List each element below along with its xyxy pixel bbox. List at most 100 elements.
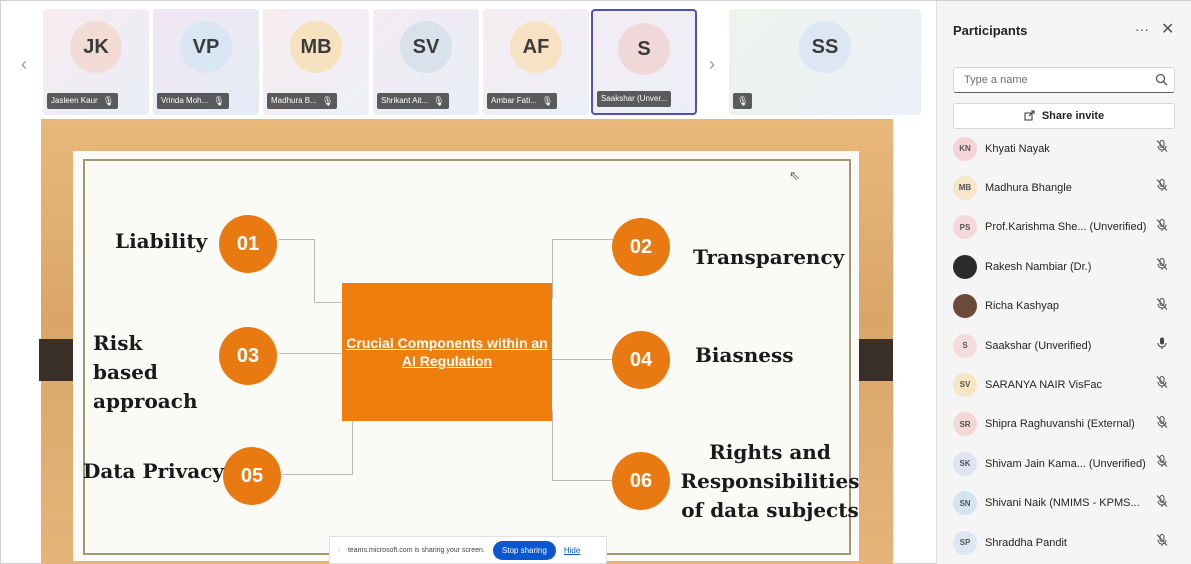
participant-name: Shivani Naik (NMIMS - KPMS...	[985, 497, 1140, 510]
label-data-privacy: Data Privacy	[83, 459, 225, 483]
connector-line	[279, 353, 343, 354]
more-options-icon[interactable]: ···	[1135, 21, 1149, 37]
participant-avatar: SK	[953, 451, 977, 476]
tile-name-bar: Shrikant Ait... 🎙	[377, 93, 449, 109]
participant-row[interactable]: MB Madhura Bhangle	[937, 168, 1191, 207]
tile-name-bar: Saakshar (Unver...	[597, 91, 672, 107]
participant-avatar: SV	[953, 372, 977, 397]
mic-off-icon: 🎙	[321, 96, 334, 106]
tile-name-bar: Jasleen Kaur 🎙	[47, 93, 119, 109]
mic-off-icon	[1155, 178, 1169, 197]
participant-avatar: SP	[953, 530, 977, 555]
tile-name-bar: Madhura B... 🎙	[267, 93, 338, 109]
mic-off-icon	[1155, 533, 1169, 552]
avatar: SS	[799, 21, 851, 73]
tile-name-bar: Vrinda Moh... 🎙	[157, 93, 229, 109]
mic-off-icon	[1155, 257, 1169, 276]
mic-off-icon: 🎙	[213, 96, 225, 106]
connector-line	[552, 359, 612, 360]
participant-name: Rakesh Nambiar (Dr.)	[985, 260, 1092, 273]
participant-name: Richa Kashyap	[985, 300, 1059, 313]
video-tile-ss[interactable]: SS 🎙	[729, 9, 921, 115]
close-icon[interactable]: ✕	[1161, 19, 1174, 39]
hide-link[interactable]: Hide	[564, 546, 580, 555]
participant-avatar	[953, 294, 977, 319]
avatar: VP	[180, 21, 232, 73]
participant-row[interactable]: SV SARANYA NAIR VisFac	[937, 365, 1191, 404]
share-message: teams.microsoft.com is sharing your scre…	[347, 546, 485, 554]
participant-name: SARANYA NAIR VisFac	[985, 378, 1102, 391]
number-circle-01: 01	[219, 215, 277, 273]
center-topic-box: Crucial Components within an AI Regulati…	[342, 283, 552, 421]
avatar: MB	[290, 21, 342, 73]
video-tile-vp[interactable]: VP Vrinda Moh... 🎙	[153, 9, 259, 115]
participant-name: Madhura Bhangle	[985, 181, 1072, 194]
connector-line	[314, 302, 344, 303]
tile-name: Ambar Fati...	[491, 96, 537, 105]
participant-name: Shivam Jain Kama... (Unverified)	[985, 457, 1146, 470]
participant-name: Saakshar (Unverified)	[985, 339, 1092, 352]
strip-prev-arrow[interactable]: ‹	[21, 54, 27, 75]
mic-off-icon	[1155, 139, 1169, 158]
video-tile-s-active[interactable]: S Saakshar (Unver...	[591, 9, 697, 115]
participant-row[interactable]: PS Prof.Karishma She... (Unverified)	[937, 208, 1191, 247]
tile-name: Saakshar (Unver...	[601, 94, 668, 103]
mic-off-icon	[1155, 415, 1169, 434]
connector-line	[552, 239, 588, 299]
participant-avatar: SN	[953, 491, 977, 516]
center-topic-title: Crucial Components within an AI Regulati…	[346, 335, 548, 369]
video-tile-sv[interactable]: SV Shrikant Ait... 🎙	[373, 9, 479, 115]
mic-on-icon	[1155, 336, 1169, 355]
label-risk-based-approach: Risk based approach	[93, 331, 198, 413]
participants-panel: Participants ··· ✕ Share invite KN Khyati…	[936, 1, 1191, 564]
participant-row[interactable]: SN Shivani Naik (NMIMS - KPMS...	[937, 484, 1191, 523]
participant-row[interactable]: SR Shipra Raghuvanshi (External)	[937, 405, 1191, 444]
label-biasness: Biasness	[695, 343, 794, 367]
tile-name-bar: 🎙	[733, 93, 753, 109]
avatar: JK	[70, 21, 122, 73]
tile-name: Jasleen Kaur	[51, 96, 98, 105]
mic-off-icon	[1155, 375, 1169, 394]
participant-row[interactable]: SP Shraddha Pandit	[937, 523, 1191, 562]
share-icon	[1024, 109, 1036, 124]
participant-row[interactable]: Rakesh Nambiar (Dr.)	[937, 247, 1191, 286]
stop-sharing-button[interactable]: Stop sharing	[492, 540, 556, 560]
mic-off-icon	[1155, 454, 1169, 473]
participant-row[interactable]: SK Shivam Jain Kama... (Unverified)	[937, 444, 1191, 483]
participant-avatar: PS	[953, 215, 977, 240]
label-transparency: Transparency	[693, 245, 845, 269]
tile-name: Shrikant Ait...	[381, 96, 429, 105]
mic-off-icon: 🎙	[737, 96, 749, 106]
tile-name: Madhura B...	[271, 96, 317, 105]
participant-avatar: S	[953, 333, 977, 358]
participant-avatar: MB	[953, 175, 977, 200]
mic-off-icon	[1155, 494, 1169, 513]
share-invite-label: Share invite	[1041, 110, 1105, 122]
video-tile-jk[interactable]: JK Jasleen Kaur 🎙	[43, 9, 149, 115]
participant-avatar	[953, 254, 977, 279]
participant-name: Prof.Karishma She... (Unverified)	[985, 221, 1147, 234]
panel-title: Participants	[953, 23, 1028, 38]
mic-off-icon: 🎙	[433, 96, 445, 106]
tile-name-bar: Ambar Fati... 🎙	[487, 93, 558, 109]
participant-row[interactable]: Richa Kashyap	[937, 287, 1191, 326]
share-invite-button[interactable]: Share invite	[953, 103, 1175, 129]
mic-off-icon	[1155, 297, 1169, 316]
mic-off-icon: 🎙	[102, 96, 115, 106]
participant-name: Khyati Nayak	[985, 142, 1050, 155]
teams-meeting-window: ‹ JK Jasleen Kaur 🎙 VP Vrinda Moh... 🎙 M…	[0, 0, 1191, 564]
video-tile-mb[interactable]: MB Madhura B... 🎙	[263, 9, 369, 115]
mic-off-icon	[1155, 218, 1169, 237]
connector-line	[588, 239, 613, 240]
participant-row[interactable]: KN Khyati Nayak	[937, 129, 1191, 168]
participant-name: Shraddha Pandit	[985, 536, 1067, 549]
avatar: SV	[400, 21, 452, 73]
screen-share-banner: ⁞ teams.microsoft.com is sharing your sc…	[329, 536, 607, 564]
strip-next-arrow[interactable]: ›	[709, 54, 715, 75]
participant-row[interactable]: S Saakshar (Unverified)	[937, 326, 1191, 365]
search-input[interactable]	[954, 68, 1150, 92]
number-circle-04: 04	[612, 331, 670, 389]
search-icon[interactable]	[1155, 73, 1168, 91]
video-tile-af[interactable]: AF Ambar Fati... 🎙	[483, 9, 589, 115]
share-drag-handle-icon[interactable]: ⁞	[338, 547, 340, 554]
